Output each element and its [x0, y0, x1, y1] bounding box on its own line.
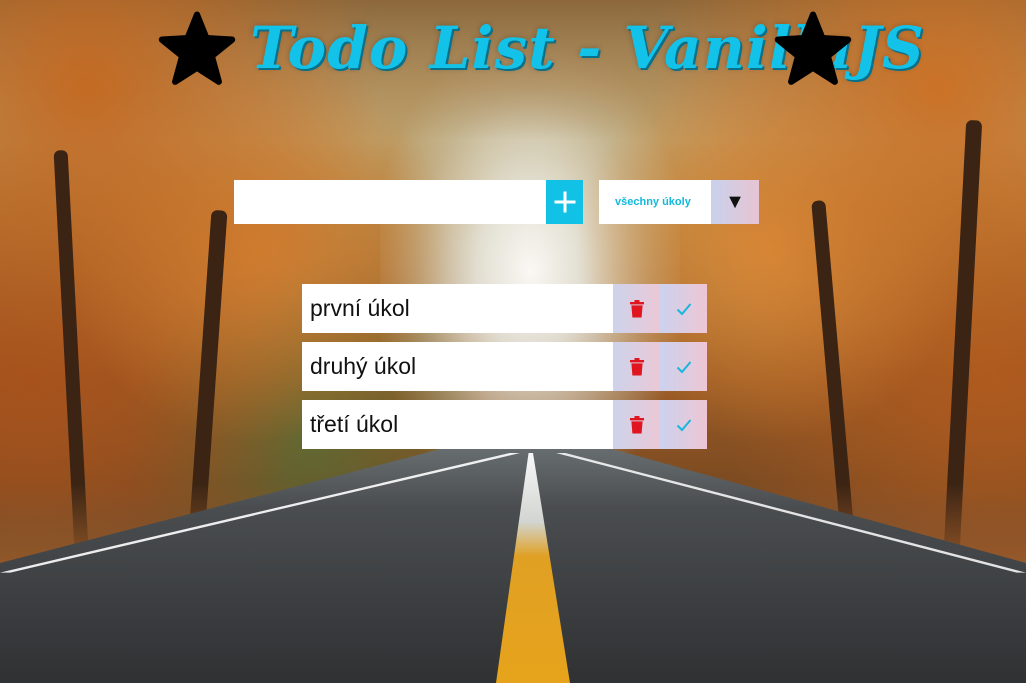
star-icon [774, 11, 852, 85]
todo-input[interactable] [234, 180, 546, 224]
todo-item: druhý úkol [302, 342, 707, 391]
chevron-down-icon: ▼ [711, 180, 759, 224]
check-icon [676, 360, 691, 373]
star-icon [158, 11, 236, 85]
app-header: Todo List - VanillaJS [0, 0, 1026, 100]
complete-button[interactable] [660, 400, 707, 449]
filter-selected-value: všechny úkoly [615, 196, 691, 208]
check-icon [676, 418, 691, 431]
todo-text: první úkol [310, 295, 410, 321]
complete-button[interactable] [660, 284, 707, 333]
check-icon [676, 302, 691, 315]
plus-icon [554, 191, 575, 213]
delete-button[interactable] [613, 342, 660, 391]
delete-button[interactable] [613, 284, 660, 333]
complete-button[interactable] [660, 342, 707, 391]
filter-select[interactable]: všechny úkoly ▼ [599, 180, 759, 224]
trash-icon [629, 357, 644, 375]
todo-text: třetí úkol [310, 411, 399, 437]
delete-button[interactable] [613, 400, 660, 449]
trash-icon [629, 299, 644, 317]
trash-icon [629, 415, 644, 433]
page-title: Todo List - VanillaJS [250, 14, 925, 82]
todo-list: první úkol druhý úkol třetí úkol [302, 284, 707, 458]
add-todo-button[interactable] [546, 180, 583, 224]
todo-item: třetí úkol [302, 400, 707, 449]
todo-text: druhý úkol [310, 353, 417, 379]
todo-item: první úkol [302, 284, 707, 333]
